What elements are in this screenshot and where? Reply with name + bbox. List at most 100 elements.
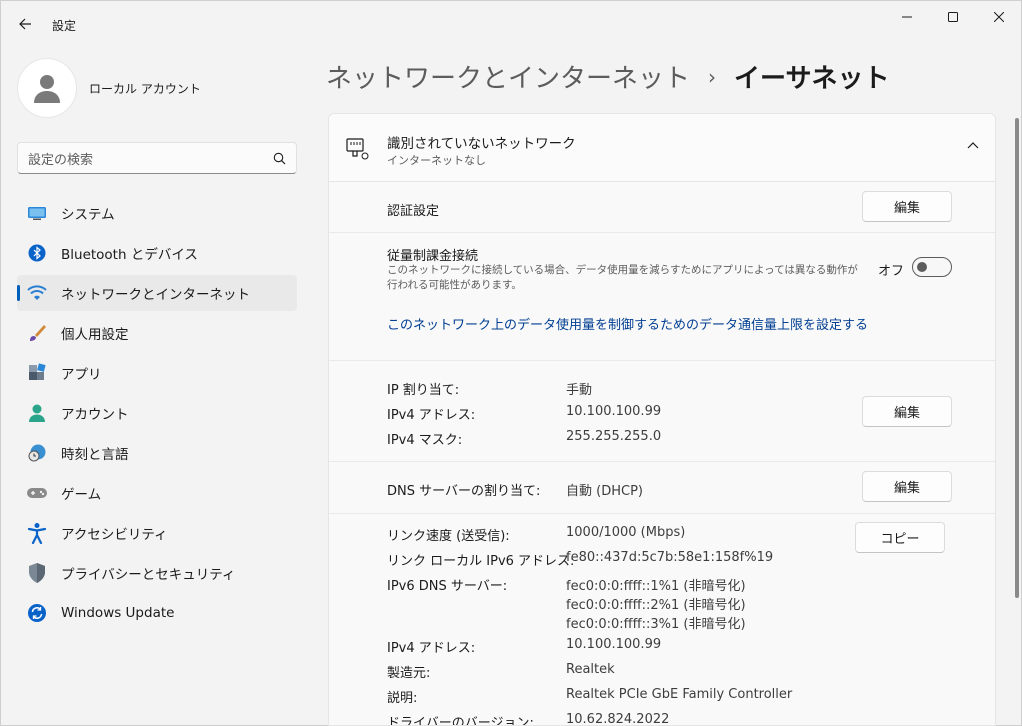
sidebar-item-apps[interactable]: アプリ	[17, 355, 297, 391]
user-profile[interactable]: ローカル アカウント	[17, 58, 201, 118]
sidebar-item-label: アプリ	[61, 367, 102, 383]
manufacturer-value: Realtek	[566, 662, 615, 677]
network-header[interactable]: 識別されていないネットワーク インターネットなし	[329, 114, 995, 182]
sidebar-item-personalization[interactable]: 個人用設定	[17, 315, 297, 351]
privacy-icon	[25, 561, 49, 585]
minimize-button[interactable]	[884, 0, 930, 34]
data-limit-link[interactable]: このネットワーク上のデータ使用量を制御するためのデータ通信量上限を設定する	[387, 314, 868, 333]
time-language-icon	[25, 441, 49, 465]
sidebar-item-label: システム	[61, 207, 115, 223]
sidebar-item-accounts[interactable]: アカウント	[17, 395, 297, 431]
sidebar-item-accessibility[interactable]: アクセシビリティ	[17, 515, 297, 551]
link-speed-label: リンク速度 (送受信):	[387, 529, 510, 544]
close-icon	[994, 12, 1004, 22]
sidebar-item-label: プライバシーとセキュリティ	[61, 567, 236, 583]
network-icon	[25, 281, 49, 305]
network-status: インターネットなし	[387, 154, 486, 167]
ipv6-local-value: fe80::437d:5c7b:58e1:158f%19	[566, 550, 774, 565]
breadcrumb-parent[interactable]: ネットワークとインターネット	[326, 58, 690, 95]
personalization-icon	[25, 321, 49, 345]
profile-name: ローカル アカウント	[89, 81, 201, 96]
metered-toggle[interactable]	[912, 257, 952, 277]
sidebar-item-label: アクセシビリティ	[61, 527, 168, 543]
ip-edit-button[interactable]: 編集	[862, 396, 952, 427]
ipv4-mask-value: 255.255.255.0	[566, 429, 662, 444]
account-icon	[25, 401, 49, 425]
ipv4-address-label: IPv4 アドレス:	[387, 641, 476, 656]
sidebar-item-label: ゲーム	[61, 487, 102, 503]
windows-update-icon	[25, 601, 49, 625]
app-title: 設定	[52, 19, 77, 33]
ipv6-dns-label: IPv6 DNS サーバー:	[387, 579, 508, 594]
minimize-icon	[902, 16, 912, 18]
sidebar-item-label: 個人用設定	[61, 327, 129, 343]
sidebar-item-system[interactable]: システム	[17, 195, 297, 231]
properties-row: コピー リンク速度 (送受信): 1000/1000 (Mbps) リンク ロー…	[329, 514, 995, 726]
description-value: Realtek PCIe GbE Family Controller	[566, 687, 793, 702]
network-name: 識別されていないネットワーク	[387, 136, 576, 152]
bluetooth-icon	[25, 241, 49, 265]
search-input[interactable]: 設定の検索	[28, 149, 273, 168]
breadcrumb-separator: ›	[708, 64, 717, 89]
ipv6-local-label: リンク ローカル IPv6 アドレス:	[387, 554, 575, 569]
auth-settings-label: 認証設定	[387, 204, 440, 219]
sidebar-item-label: ネットワークとインターネット	[61, 287, 250, 303]
dns-settings-row: DNS サーバーの割り当て: 自動 (DHCP) 編集	[329, 462, 995, 514]
description-label: 説明:	[387, 691, 418, 706]
metered-description: このネットワークに接続している場合、データ使用量を減らすためにアプリによっては異…	[387, 264, 858, 291]
page-title: イーサネット	[734, 64, 890, 94]
system-icon	[25, 201, 49, 225]
breadcrumb: ネットワークとインターネット › イーサネット	[326, 58, 890, 95]
dns-assignment-value: 自動 (DHCP)	[566, 484, 643, 499]
copy-button[interactable]: コピー	[855, 522, 945, 553]
ipv4-address-value: 10.100.100.99	[566, 637, 662, 652]
search-icon	[273, 152, 286, 164]
auth-edit-button[interactable]: 編集	[862, 191, 952, 222]
ip-assignment-value: 手動	[566, 383, 593, 398]
ethernet-panel: 識別されていないネットワーク インターネットなし 認証設定 編集 従量制課金接続…	[328, 113, 996, 726]
sidebar-item-windows-update[interactable]: Windows Update	[17, 595, 297, 631]
ipv6-dns-value-2: fec0:0:0:ffff::2%1 (非暗号化)	[566, 598, 746, 613]
close-button[interactable]	[976, 0, 1022, 34]
gaming-icon	[25, 481, 49, 505]
sidebar-item-bluetooth[interactable]: Bluetooth とデバイス	[17, 235, 297, 271]
sidebar-nav: システム Bluetooth とデバイス ネットワークとインターネット 個人用設…	[17, 195, 297, 635]
accessibility-icon	[25, 521, 49, 545]
back-button[interactable]	[10, 10, 40, 38]
chevron-up-icon[interactable]	[967, 140, 979, 152]
ipv4-address-value: 10.100.100.99	[566, 404, 662, 419]
sidebar-item-label: アカウント	[61, 407, 129, 423]
metered-label: 従量制課金接続	[387, 249, 479, 264]
metered-connection-row: 従量制課金接続 このネットワークに接続している場合、データ使用量を減らすためにア…	[329, 233, 995, 361]
driver-version-label: ドライバーのバージョン:	[387, 716, 534, 726]
ethernet-icon	[346, 138, 369, 160]
sidebar-item-network[interactable]: ネットワークとインターネット	[17, 275, 297, 311]
maximize-icon	[948, 12, 958, 22]
sidebar-item-time-language[interactable]: 時刻と言語	[17, 435, 297, 471]
person-icon	[34, 75, 60, 103]
sidebar-item-label: Windows Update	[61, 605, 175, 621]
auth-settings-row: 認証設定 編集	[329, 182, 995, 233]
search-box[interactable]: 設定の検索	[17, 142, 297, 174]
sidebar-item-label: 時刻と言語	[61, 447, 129, 463]
toggle-knob	[917, 262, 927, 272]
sidebar-item-label: Bluetooth とデバイス	[61, 247, 198, 263]
ip-settings-row: IP 割り当て: 手動 IPv4 アドレス: 10.100.100.99 IPv…	[329, 361, 995, 462]
sidebar-item-privacy[interactable]: プライバシーとセキュリティ	[17, 555, 297, 591]
dns-edit-button[interactable]: 編集	[862, 471, 952, 502]
apps-icon	[25, 361, 49, 385]
sidebar-item-gaming[interactable]: ゲーム	[17, 475, 297, 511]
ipv6-dns-value-1: fec0:0:0:ffff::1%1 (非暗号化)	[566, 579, 746, 594]
title-bar: 設定	[0, 0, 1022, 48]
ipv4-mask-label: IPv4 マスク:	[387, 433, 463, 448]
maximize-button[interactable]	[930, 0, 976, 34]
ipv4-address-label: IPv4 アドレス:	[387, 408, 476, 423]
back-arrow-icon	[19, 18, 31, 30]
manufacturer-label: 製造元:	[387, 666, 431, 681]
link-speed-value: 1000/1000 (Mbps)	[566, 525, 686, 540]
ip-assignment-label: IP 割り当て:	[387, 383, 460, 398]
scrollbar[interactable]	[1015, 118, 1019, 598]
metered-toggle-label: オフ	[878, 264, 905, 279]
dns-assignment-label: DNS サーバーの割り当て:	[387, 484, 541, 499]
avatar	[17, 58, 77, 118]
